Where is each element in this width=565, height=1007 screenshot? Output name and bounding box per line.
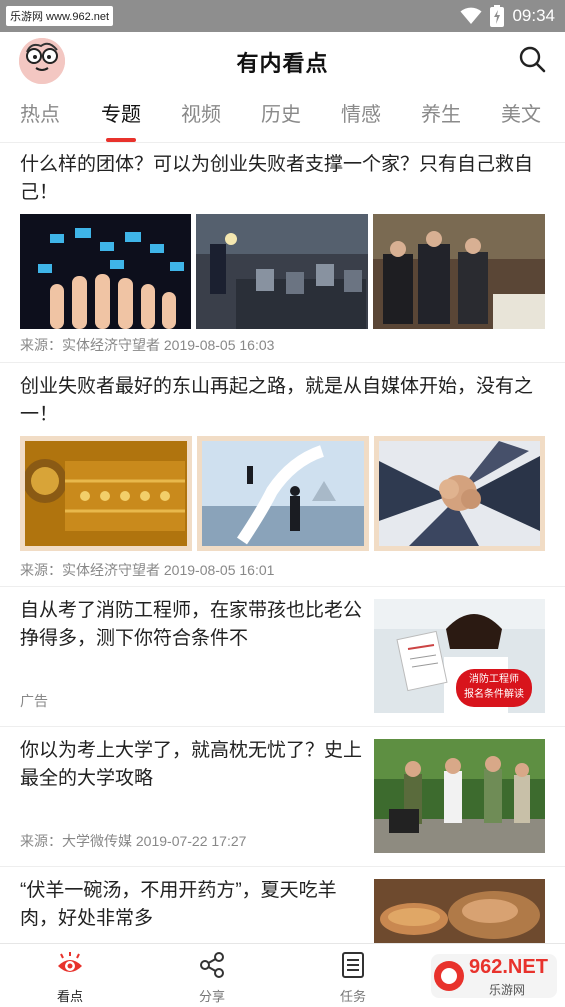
task-list-icon	[342, 952, 364, 978]
watermark-logo-subtext: 乐游网	[489, 983, 526, 997]
article-meta: 来源：实体经济守望者 2019-08-05 16:01	[20, 562, 275, 578]
nav-label: 看点	[56, 989, 83, 1004]
tab-video[interactable]: 视频	[171, 98, 231, 127]
article-image	[374, 739, 545, 853]
nav-label: 任务	[339, 989, 366, 1004]
nav-share[interactable]: 分享	[177, 950, 247, 1005]
tab-health[interactable]: 养生	[411, 98, 471, 127]
article-image	[374, 436, 545, 551]
article-image: 消防工程师 报名条件解读	[374, 599, 545, 713]
article-card[interactable]: “伏羊一碗汤，不用开药方”，夏天吃羊肉，好处非常多	[0, 867, 565, 943]
share-icon	[200, 952, 224, 978]
article-feed[interactable]: 什么样的团体？可以为创业失败者支撑一个家？只有自己救自己！ 来源：实体经济守望者…	[0, 143, 565, 943]
article-title: 什么样的团体？可以为创业失败者支撑一个家？只有自己救自己！	[20, 154, 534, 203]
category-tabs: 热点 专题 视频 历史 情感 养生 美文	[0, 88, 565, 142]
nav-label: 分享	[198, 989, 225, 1004]
tab-hot[interactable]: 热点	[10, 98, 70, 127]
search-icon[interactable]	[517, 44, 547, 74]
ad-badge: 消防工程师 报名条件解读	[464, 674, 524, 700]
article-image	[197, 436, 369, 551]
article-image	[20, 214, 191, 329]
article-image	[196, 214, 368, 329]
status-time: 09:34	[512, 6, 555, 25]
article-card[interactable]: 创业失败者最好的东山再起之路，就是从自媒体开始，没有之一！ 来源：实体经济守望者…	[0, 363, 565, 585]
tab-history[interactable]: 历史	[251, 98, 311, 127]
article-title: 你以为考上大学了，就高枕无忧了？史上最全的大学攻略	[20, 740, 363, 789]
ad-label: 广告	[20, 693, 48, 709]
watermark-text: 乐游网 www.962.net	[6, 6, 114, 26]
status-bar: 乐游网 www.962.net 09:34	[0, 0, 565, 32]
article-image	[374, 879, 545, 943]
ad-card[interactable]: 自从考了消防工程师，在家带孩也比老公挣得多，测下你符合条件不 消防工程师 报名条…	[0, 587, 565, 725]
article-image	[373, 214, 545, 329]
article-title: “伏羊一碗汤，不用开药方”，夏天吃羊肉，好处非常多	[20, 880, 337, 929]
article-meta: 来源：大学微传媒 2019-07-22 17:27	[20, 833, 247, 849]
article-image	[20, 436, 192, 551]
nav-kandian[interactable]: 看点	[35, 950, 105, 1005]
article-title: 自从考了消防工程师，在家带孩也比老公挣得多，测下你符合条件不	[20, 600, 363, 649]
page-title: 有内看点	[236, 51, 329, 76]
status-left: 乐游网 www.962.net	[6, 5, 114, 27]
tab-essays[interactable]: 美文	[491, 98, 551, 127]
tab-emotion[interactable]: 情感	[331, 98, 391, 127]
article-card[interactable]: 你以为考上大学了，就高枕无忧了？史上最全的大学攻略 来源：大学微传媒 2019-…	[0, 727, 565, 865]
article-title: 创业失败者最好的东山再起之路，就是从自媒体开始，没有之一！	[20, 376, 534, 425]
status-right: 09:34	[460, 0, 555, 32]
app-header: 有内看点	[0, 32, 565, 88]
site-watermark-logo: 962.NET 乐游网	[429, 950, 559, 1002]
watermark-logo-text: 962.NET	[469, 956, 548, 978]
battery-icon	[490, 5, 505, 27]
nav-tasks[interactable]: 任务	[318, 950, 388, 1005]
wifi-icon	[460, 7, 482, 24]
eye-icon	[58, 952, 82, 972]
tab-topics[interactable]: 专题	[91, 98, 151, 127]
article-card[interactable]: 什么样的团体？可以为创业失败者支撑一个家？只有自己救自己！ 来源：实体经济守望者…	[0, 143, 565, 361]
article-meta: 来源：实体经济守望者 2019-08-05 16:03	[20, 337, 275, 353]
